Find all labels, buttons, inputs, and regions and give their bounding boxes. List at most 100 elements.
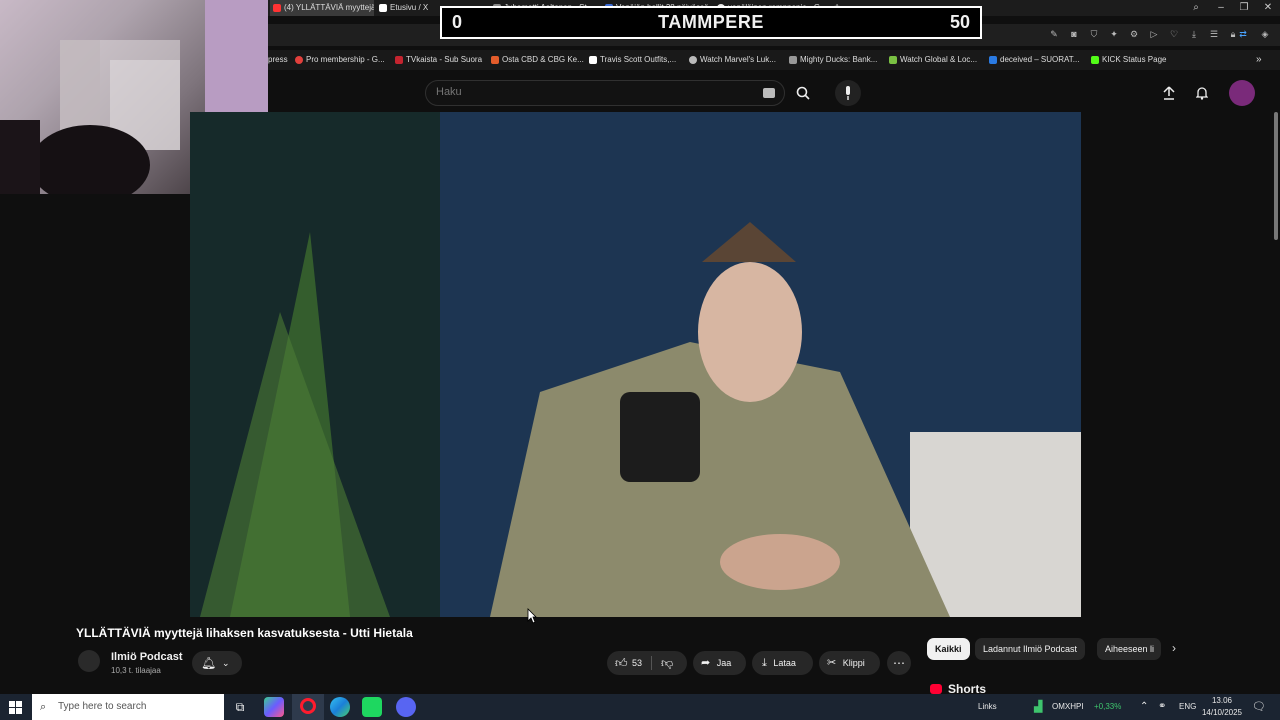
bookmarks-bar: press Pro membership - G... TVkaista - S…: [268, 50, 1280, 70]
discord-icon[interactable]: [396, 697, 416, 717]
voice-search-button[interactable]: [835, 80, 861, 106]
video-player[interactable]: [190, 112, 1081, 617]
bookmark-osta-cbd[interactable]: Osta CBD & CBG Ke...: [490, 50, 584, 70]
bookmark-tvkaista[interactable]: TVkaista - Sub Suora: [394, 50, 482, 70]
bookmark-kick[interactable]: KICK Status Page: [1090, 50, 1166, 70]
clip-button[interactable]: ✂ Klippi: [819, 651, 880, 675]
search-input[interactable]: [436, 86, 736, 98]
edge-icon[interactable]: [330, 697, 350, 717]
scrollbar[interactable]: [1272, 112, 1280, 242]
avatar[interactable]: [1229, 80, 1255, 106]
share-icon: ➦: [701, 657, 711, 669]
subscription-bell-button[interactable]: 🔔︎ ⌄: [192, 651, 242, 675]
bookmark-label: Watch Global & Loc...: [900, 55, 978, 64]
channel-avatar[interactable]: [78, 650, 100, 672]
shield-icon[interactable]: ⛉: [1087, 29, 1101, 40]
chip-related[interactable]: Aiheeseen li: [1097, 638, 1161, 660]
bookmark-label: press: [268, 55, 288, 64]
youtube-icon: [273, 4, 281, 12]
dislike-button[interactable]: 👎︎: [661, 651, 673, 675]
chevron-down-icon: ⌄: [222, 658, 230, 668]
bookmark-label: Mighty Ducks: Bank...: [800, 55, 878, 64]
search-tabs-icon[interactable]: ⌕: [1186, 0, 1206, 16]
bookmark-deceived[interactable]: deceived – SUORAT...: [988, 50, 1079, 70]
clock-date[interactable]: 14/10/2025: [1200, 707, 1244, 719]
page-icon: [589, 56, 597, 64]
copilot-icon[interactable]: [264, 697, 284, 717]
bookmark-marvel[interactable]: Watch Marvel's Luk...: [688, 50, 776, 70]
divider: [651, 656, 652, 670]
tab-label: Etusivu / X: [390, 3, 429, 12]
menu-icon[interactable]: ☰: [1207, 29, 1221, 40]
search-icon: [796, 86, 810, 100]
tray-overflow-icon[interactable]: ⌃: [1140, 694, 1148, 720]
like-dislike-group: 👍︎ 53 👎︎: [607, 651, 687, 675]
play-icon[interactable]: ▷: [1147, 29, 1161, 40]
settings-icon[interactable]: ⚙: [1127, 29, 1141, 40]
translate-icon[interactable]: ⇄: [1236, 29, 1250, 40]
like-button[interactable]: 👍︎: [615, 651, 628, 675]
search-button[interactable]: [790, 80, 816, 106]
minimize-icon[interactable]: –: [1211, 0, 1231, 16]
extension-icon[interactable]: ✦: [1107, 29, 1121, 40]
task-view-icon[interactable]: ⧉: [230, 697, 250, 717]
upload-icon: [1163, 86, 1175, 100]
spotify-icon[interactable]: [362, 697, 382, 717]
bookmark-pro-membership[interactable]: Pro membership - G...: [294, 50, 385, 70]
bookmark-press[interactable]: press: [268, 50, 288, 70]
bookmark-travis-scott[interactable]: Travis Scott Outfits,...: [588, 50, 676, 70]
download-label: Lataa: [773, 658, 796, 668]
video-title: YLLÄTTÄVIÄ myyttejä lihaksen kasvatukses…: [76, 626, 413, 640]
bookmark-watch-global[interactable]: Watch Global & Loc...: [888, 50, 977, 70]
download-icon[interactable]: ⤓: [1187, 29, 1201, 40]
bookmark-label: Pro membership - G...: [306, 55, 385, 64]
camera-icon[interactable]: ◙: [1067, 29, 1081, 39]
tab-x[interactable]: Etusivu / X: [376, 0, 446, 16]
bell-icon: [1195, 87, 1209, 100]
chip-channel[interactable]: Ladannut Ilmiö Podcast: [975, 638, 1086, 660]
tv-icon: [395, 56, 403, 64]
notifications-button[interactable]: [1189, 80, 1215, 106]
microphone-icon: [846, 86, 850, 100]
notification-center-icon[interactable]: 🗨︎: [1252, 694, 1266, 720]
bookmark-label: deceived – SUORAT...: [1000, 55, 1080, 64]
tab-label: (4) YLLÄTTÄVIÄ myyttejä: [284, 3, 374, 12]
bookmark-mighty-ducks[interactable]: Mighty Ducks: Bank...: [788, 50, 877, 70]
tab-youtube[interactable]: (4) YLLÄTTÄVIÄ myyttejä: [270, 0, 374, 16]
upload-button[interactable]: [1156, 80, 1182, 106]
search-icon: ⌕: [40, 701, 47, 713]
share-button[interactable]: ➦ Jaa: [693, 651, 746, 675]
taskbar-search-placeholder: Type here to search: [58, 701, 147, 712]
windows-start-icon[interactable]: [9, 701, 22, 714]
channel-name[interactable]: Ilmiö Podcast: [111, 651, 183, 663]
heart-icon[interactable]: ♡: [1167, 29, 1181, 40]
clip-label: Klippi: [842, 658, 865, 668]
more-actions-button[interactable]: ⋯: [887, 651, 911, 675]
opera-taskbar-button[interactable]: [292, 694, 324, 720]
bookmark-label: KICK Status Page: [1102, 55, 1167, 64]
download-icon: ⤓: [762, 657, 767, 669]
keyboard-icon[interactable]: [763, 88, 775, 98]
page-icon: [989, 56, 997, 64]
subscriber-count: 10,3 t. tilaajaa: [111, 666, 161, 675]
taskbar-search[interactable]: ⌕ Type here to search: [32, 694, 224, 720]
score-team: TAMMPERE: [658, 12, 764, 32]
language-indicator[interactable]: ENG: [1179, 694, 1196, 720]
edit-icon[interactable]: ✎: [1047, 29, 1061, 40]
bookmarks-overflow-icon[interactable]: »: [1256, 50, 1262, 70]
bolt-icon: [789, 56, 797, 64]
close-icon[interactable]: ✕: [1258, 0, 1278, 16]
chip-all[interactable]: Kaikki: [927, 638, 970, 660]
stock-name[interactable]: OMXHPI: [1052, 694, 1084, 720]
download-button[interactable]: ⤓ Lataa: [752, 651, 813, 675]
restore-icon[interactable]: ❐: [1234, 0, 1254, 16]
cube-icon[interactable]: ◈: [1258, 29, 1272, 40]
scrollbar-thumb[interactable]: [1274, 112, 1278, 240]
chips-next-icon[interactable]: ›: [1172, 641, 1176, 655]
bell-icon: 🔔︎: [201, 656, 217, 670]
shorts-icon: [930, 684, 942, 694]
video-frame: [190, 112, 1081, 617]
tray-links[interactable]: Links: [978, 694, 997, 720]
clock-time[interactable]: 13.06: [1202, 695, 1242, 707]
network-icon[interactable]: ⚭: [1158, 694, 1166, 720]
